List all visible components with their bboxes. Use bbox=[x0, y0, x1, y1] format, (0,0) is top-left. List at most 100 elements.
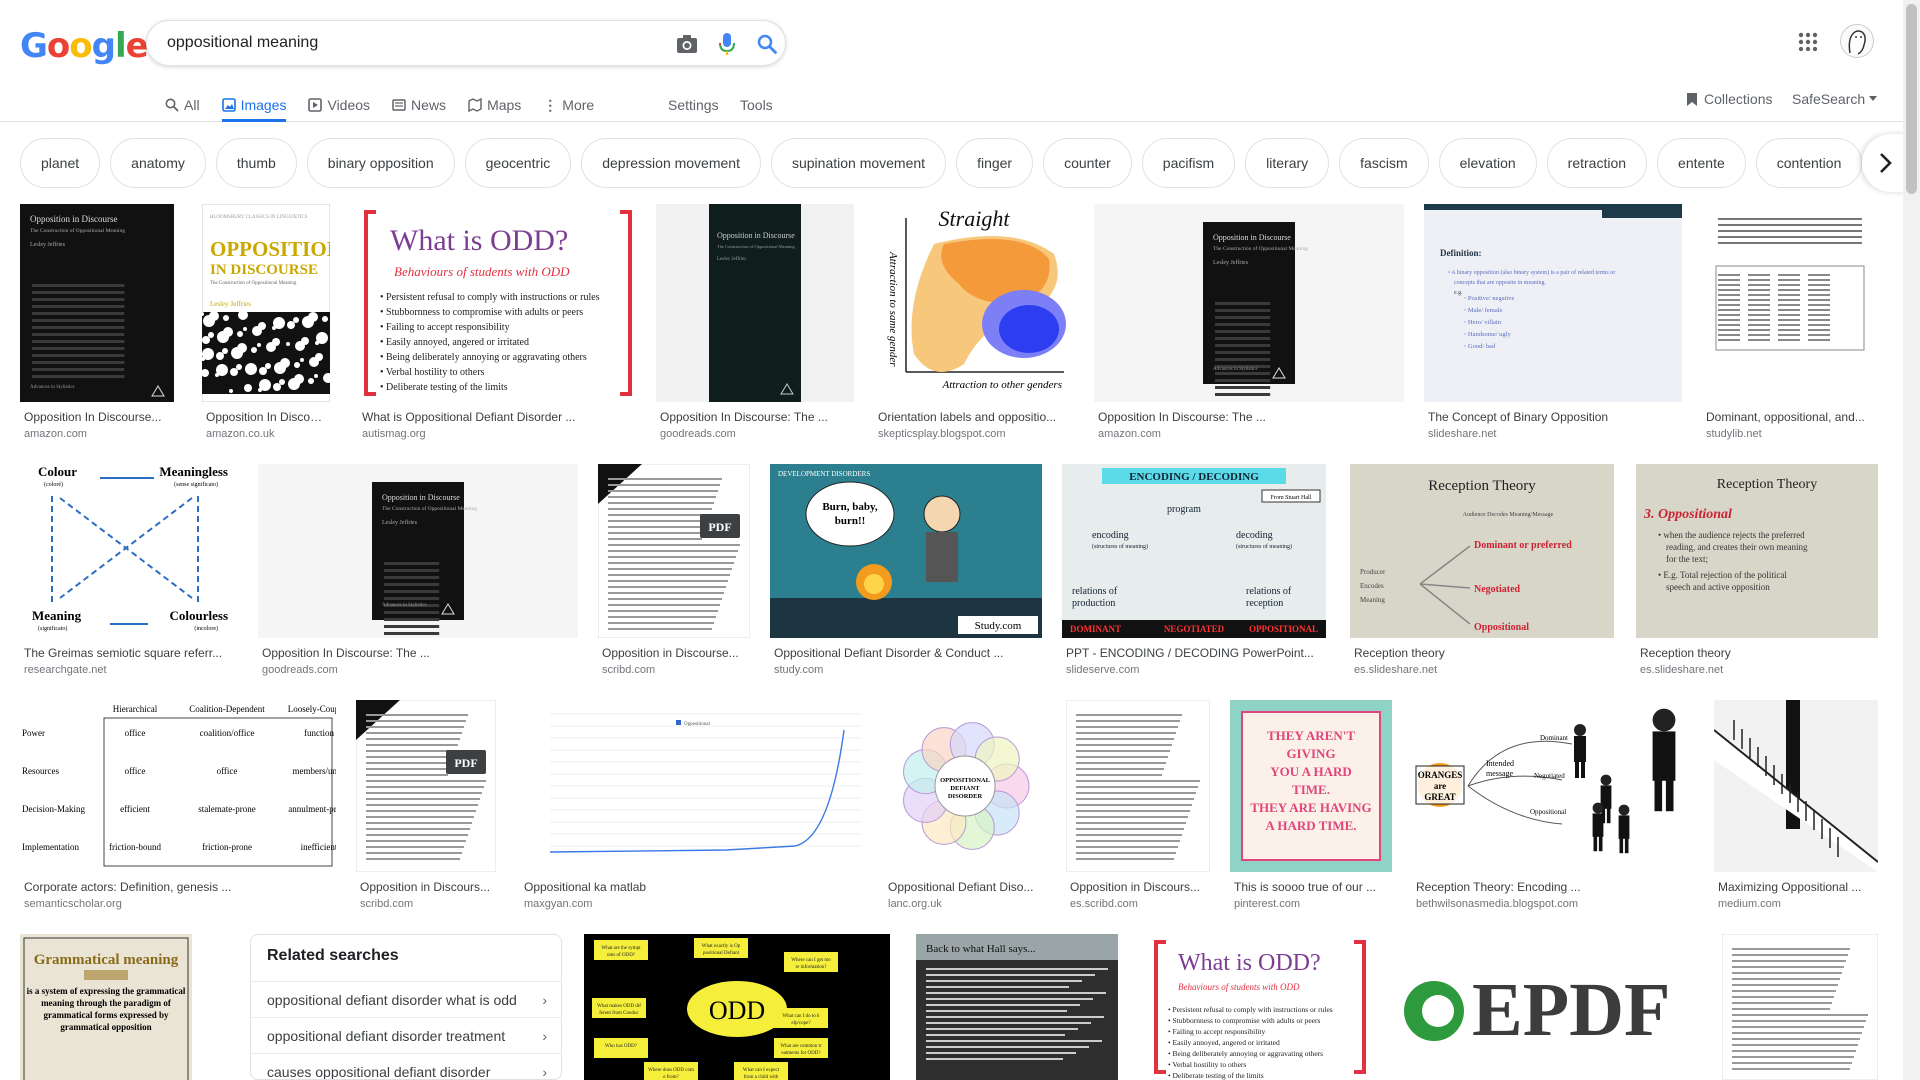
microphone-icon[interactable] bbox=[715, 32, 739, 56]
chip-supination-movement[interactable]: supination movement bbox=[770, 138, 947, 188]
result-source[interactable]: autismag.org bbox=[362, 428, 426, 440]
result-thumbnail[interactable]: ORANGES are GREAT Intended message Dominant… bbox=[1412, 700, 1694, 872]
camera-icon[interactable] bbox=[675, 32, 699, 56]
image-result[interactable]: Back to what Hall says... bbox=[916, 934, 1118, 1080]
chip-retraction[interactable]: retraction bbox=[1546, 138, 1648, 188]
tab-all[interactable]: All bbox=[165, 88, 200, 122]
image-result[interactable]: PDF Opposition in Discourse... scribd.com bbox=[598, 464, 750, 682]
image-result[interactable]: Reception Theory Audience Decodes Meanin… bbox=[1350, 464, 1614, 682]
chip-planet[interactable]: planet bbox=[20, 138, 101, 188]
result-source[interactable]: goodreads.com bbox=[660, 428, 736, 440]
result-title[interactable]: Dominant, oppositional, and... bbox=[1706, 410, 1876, 424]
chip-fascism[interactable]: fascism bbox=[1339, 138, 1429, 188]
result-title[interactable]: Oppositional Defiant Disorder & Conduct … bbox=[774, 646, 1040, 660]
result-title[interactable]: Maximizing Oppositional ... bbox=[1718, 880, 1876, 894]
chip-pacifism[interactable]: pacifism bbox=[1141, 138, 1236, 188]
result-thumbnail[interactable]: Opposition in Discourse The Construction… bbox=[20, 204, 174, 402]
result-title[interactable]: Opposition in Discours... bbox=[1070, 880, 1208, 894]
result-thumbnail[interactable]: THEY AREN'T GIVING YOU A HARD TIME. THEY ARE… bbox=[1230, 700, 1392, 872]
result-thumbnail[interactable]: PDF bbox=[598, 464, 750, 638]
image-result[interactable]: What is ODD? Behaviours of students with… bbox=[358, 204, 638, 446]
result-source[interactable]: amazon.com bbox=[24, 428, 87, 440]
result-title[interactable]: Reception Theory: Encoding ... bbox=[1416, 880, 1692, 894]
image-result[interactable]: Reception Theory 3. Oppositional • when … bbox=[1636, 464, 1878, 682]
chip-binary-opposition[interactable]: binary opposition bbox=[306, 138, 455, 188]
result-source[interactable]: maxgyan.com bbox=[524, 898, 592, 910]
chip-finger[interactable]: finger bbox=[956, 138, 1034, 188]
scrollbar-thumb[interactable] bbox=[1906, 4, 1917, 194]
result-title[interactable]: Reception theory bbox=[1354, 646, 1612, 660]
image-result[interactable]: PDF Opposition in Discours... scribd.com bbox=[356, 700, 496, 916]
result-thumbnail[interactable]: Back to what Hall says... bbox=[916, 934, 1118, 1080]
image-result[interactable]: Definition: ▫ A binary opposition (also … bbox=[1424, 204, 1682, 446]
collections-link[interactable]: Collections bbox=[1686, 88, 1772, 110]
result-title[interactable]: Opposition in Discours... bbox=[360, 880, 494, 894]
result-thumbnail[interactable]: Opposition in Discourse The Construction… bbox=[258, 464, 578, 638]
result-thumbnail[interactable]: Oppositional bbox=[520, 700, 864, 872]
result-thumbnail[interactable]: ENCODING / DECODING From Stuart Hall pro… bbox=[1062, 464, 1326, 638]
image-result[interactable]: Grammatical meaning is a system of expre… bbox=[20, 934, 192, 1080]
tab-more[interactable]: ⋮ More bbox=[543, 88, 594, 122]
chip-literary[interactable]: literary bbox=[1245, 138, 1330, 188]
result-title[interactable]: Opposition In Discour... bbox=[206, 410, 328, 424]
result-thumbnail[interactable]: EPDF bbox=[1392, 934, 1704, 1080]
image-result[interactable]: Opposition in Discourse The Construction… bbox=[1094, 204, 1404, 446]
result-source[interactable]: semanticscholar.org bbox=[24, 898, 122, 910]
chip-anatomy[interactable]: anatomy bbox=[110, 138, 206, 188]
image-result[interactable]: ODD What are the sympt oms of ODD? What exa… bbox=[584, 934, 890, 1080]
result-title[interactable]: Oppositional ka matlab bbox=[524, 880, 862, 894]
related-search-item[interactable]: causes oppositional defiant disorder › bbox=[251, 1053, 561, 1079]
image-result[interactable]: Maximizing Oppositional ... medium.com bbox=[1714, 700, 1878, 916]
tab-images[interactable]: Images bbox=[221, 88, 286, 122]
result-source[interactable]: pinterest.com bbox=[1234, 898, 1300, 910]
image-result[interactable]: Opposition in Discourse The Construction… bbox=[656, 204, 854, 446]
result-thumbnail[interactable]: Reception Theory 3. Oppositional • when … bbox=[1636, 464, 1878, 638]
result-source[interactable]: amazon.co.uk bbox=[206, 428, 274, 440]
result-thumbnail[interactable]: Colour (coloré) Meaningless (sense signifi… bbox=[20, 464, 238, 638]
result-thumbnail[interactable]: What is ODD? Behaviours of students with… bbox=[1148, 934, 1372, 1080]
result-title[interactable]: Oppositional Defiant Diso... bbox=[888, 880, 1044, 894]
image-result[interactable]: ENCODING / DECODING From Stuart Hall pro… bbox=[1062, 464, 1326, 682]
result-title[interactable]: This is soooo true of our ... bbox=[1234, 880, 1390, 894]
chip-depression-movement[interactable]: depression movement bbox=[581, 138, 761, 188]
result-title[interactable]: PPT - ENCODING / DECODING PowerPoint... bbox=[1066, 646, 1324, 660]
result-thumbnail[interactable] bbox=[1714, 700, 1878, 872]
result-source[interactable]: bethwilsonasmedia.blogspot.com bbox=[1416, 898, 1578, 910]
chip-counter[interactable]: counter bbox=[1043, 138, 1132, 188]
result-source[interactable]: slideserve.com bbox=[1066, 664, 1139, 676]
result-source[interactable]: goodreads.com bbox=[262, 664, 338, 676]
tab-tools[interactable]: Tools bbox=[740, 88, 773, 122]
image-result[interactable]: Straight Attraction to same gender Attra… bbox=[874, 204, 1074, 446]
chip-entente[interactable]: entente bbox=[1657, 138, 1746, 188]
result-title[interactable]: Orientation labels and oppositio... bbox=[878, 410, 1072, 424]
search-input[interactable] bbox=[167, 31, 627, 55]
result-thumbnail[interactable] bbox=[1702, 204, 1878, 402]
avatar[interactable] bbox=[1840, 24, 1874, 58]
related-search-item[interactable]: oppositional defiant disorder treatment … bbox=[251, 1017, 561, 1053]
result-thumbnail[interactable]: Reception Theory Audience Decodes Meanin… bbox=[1350, 464, 1614, 638]
result-source[interactable]: es.slideshare.net bbox=[1640, 664, 1723, 676]
image-result[interactable]: Opposition in Discourse The Construction… bbox=[20, 204, 174, 446]
result-source[interactable]: researchgate.net bbox=[24, 664, 107, 676]
result-source[interactable]: es.scribd.com bbox=[1070, 898, 1138, 910]
tab-videos[interactable]: Videos bbox=[308, 88, 370, 122]
image-result[interactable]: OPPOSITIONAL DEFIANT DISORDER Oppositiona… bbox=[884, 700, 1046, 916]
result-source[interactable]: medium.com bbox=[1718, 898, 1781, 910]
image-result[interactable]: Oppositional Oppositional ka matlab maxgy… bbox=[520, 700, 864, 916]
result-title[interactable]: Corporate actors: Definition, genesis ..… bbox=[24, 880, 334, 894]
search-icon[interactable] bbox=[755, 32, 779, 56]
image-result[interactable]: Hierarchical Coalition-Dependent Loosely-C… bbox=[20, 700, 336, 916]
result-source[interactable]: skepticsplay.blogspot.com bbox=[878, 428, 1006, 440]
result-thumbnail[interactable]: PDF bbox=[356, 700, 496, 872]
tab-maps[interactable]: Maps bbox=[468, 88, 521, 122]
result-title[interactable]: Opposition In Discourse: The ... bbox=[660, 410, 852, 424]
result-thumbnail[interactable]: What is ODD? Behaviours of students with… bbox=[358, 204, 638, 402]
safesearch-dropdown[interactable]: SafeSearch bbox=[1792, 88, 1878, 110]
chip-contention[interactable]: contention bbox=[1755, 138, 1863, 188]
result-source[interactable]: slideshare.net bbox=[1428, 428, 1497, 440]
result-source[interactable]: scribd.com bbox=[360, 898, 413, 910]
chip-geocentric[interactable]: geocentric bbox=[464, 138, 572, 188]
result-source[interactable]: study.com bbox=[774, 664, 823, 676]
result-thumbnail[interactable]: BLOOMSBURY CLASSICS IN LINGUISTICS OPPOS… bbox=[202, 204, 330, 402]
result-source[interactable]: scribd.com bbox=[602, 664, 655, 676]
